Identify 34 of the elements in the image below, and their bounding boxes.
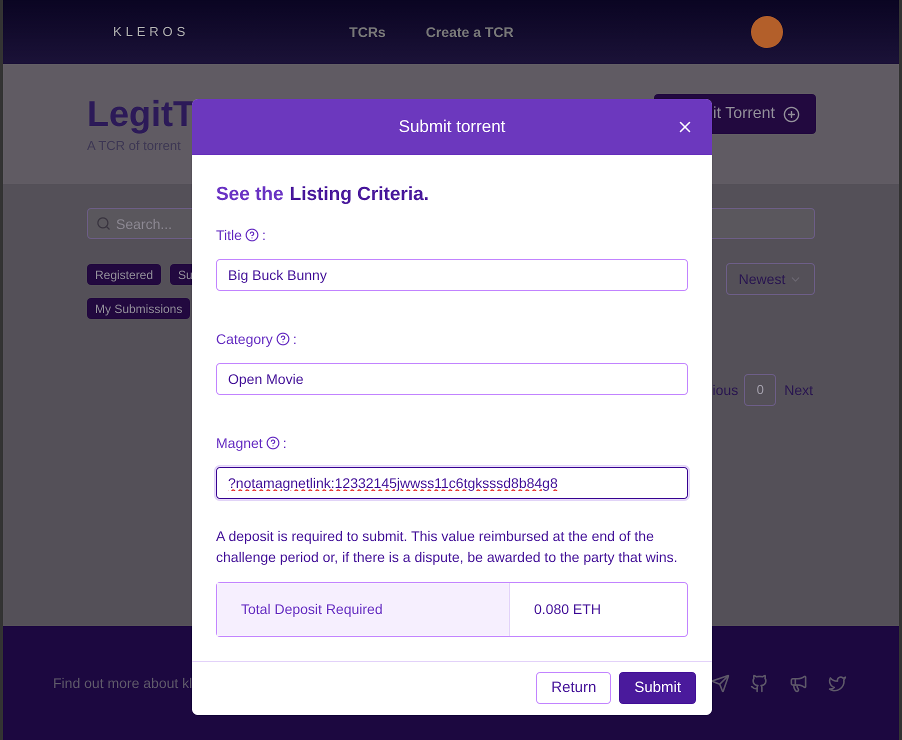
filter-tag[interactable]: Registered: [87, 264, 162, 285]
criteria-heading: See the: [216, 183, 284, 207]
return-button[interactable]: Return: [536, 672, 612, 704]
colon: :: [292, 330, 297, 348]
help-icon[interactable]: [276, 332, 290, 346]
telegram-icon[interactable]: [711, 674, 730, 692]
deposit-label: Total Deposit Required: [241, 600, 383, 619]
deposit-note: A deposit is required to submit. This value reimbursed at the end of the challenge period or, if there is a dispute, be awarded to the party that wins.: [216, 526, 679, 567]
submit-button[interactable]: Submit: [619, 672, 696, 704]
footer-text: Find out more about kl: [53, 674, 192, 692]
colon: :: [282, 434, 287, 452]
field-label: Title: [216, 226, 242, 244]
github-icon[interactable]: [750, 674, 769, 692]
text-field[interactable]: ?notamagnetlink:12332145jwwss11c6tgksssd8b84g8: [216, 466, 688, 498]
nav-link[interactable]: Create a TCR: [426, 22, 514, 42]
nav-link[interactable]: TCRs: [349, 22, 386, 42]
page-number[interactable]: 0: [744, 374, 776, 406]
field-label: Category: [216, 330, 273, 349]
text-field[interactable]: Big Buck Bunny: [216, 258, 688, 290]
dialog-title: Submit torrent: [398, 116, 506, 138]
deposit-value: 0.080 ETH: [534, 600, 601, 618]
plus-icon: [783, 106, 800, 122]
filter-tag[interactable]: My Submissions: [87, 298, 190, 319]
listing-criteria-link[interactable]: Listing Criteria.: [290, 181, 429, 210]
search-icon: [96, 216, 111, 231]
colon: :: [262, 226, 266, 244]
help-icon[interactable]: [244, 228, 259, 242]
megaphone-icon[interactable]: [789, 674, 808, 692]
logo[interactable]: KLEROS: [113, 22, 190, 42]
field-label: Magnet: [216, 434, 263, 453]
help-icon[interactable]: [266, 436, 280, 450]
text-field[interactable]: Open Movie: [216, 362, 688, 394]
avatar[interactable]: [751, 16, 783, 48]
twitter-icon[interactable]: [828, 674, 847, 692]
